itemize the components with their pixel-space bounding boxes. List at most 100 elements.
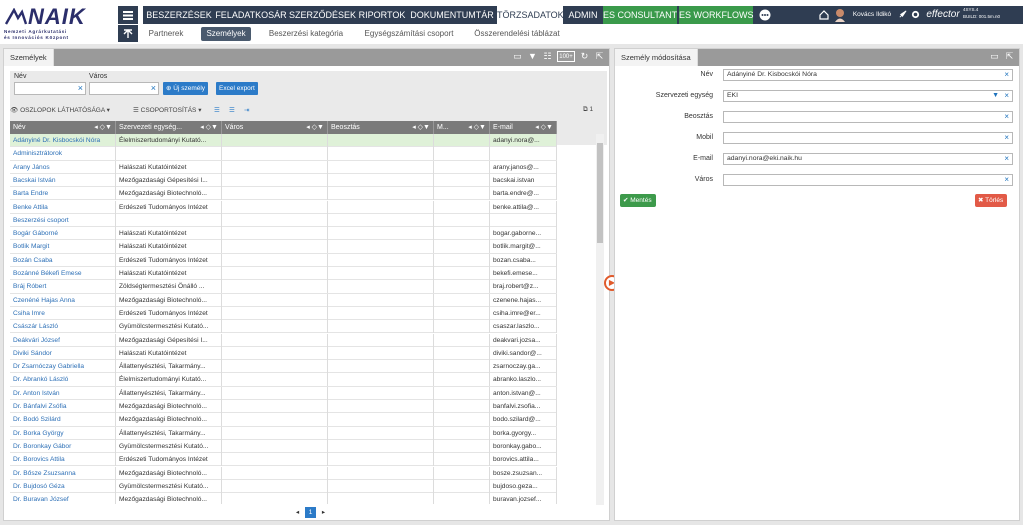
table-row[interactable]: Bacskai István Mezőgazdasági Gépesítési I…	[10, 173, 557, 188]
table-row[interactable]: Bráj Róbert Zöldségtermesztési Önálló ...…	[10, 280, 557, 294]
table-row[interactable]: Diviki Sándor Halászati Kutatóintézet divi…	[10, 346, 557, 361]
clear-icon[interactable]: ×	[78, 83, 83, 94]
sort-filter-icon[interactable]: ◂ ◇▼	[468, 121, 486, 134]
collapse-all-icon[interactable]: ☰	[229, 106, 235, 114]
table-row[interactable]: Dr. Bánfalvi Zsófia Mezőgazdasági Biotech…	[10, 400, 557, 414]
table-row[interactable]: Dr. Anton István Állattenyésztési, Takarm…	[10, 386, 557, 400]
mobile-field[interactable]: ×	[723, 132, 1013, 144]
table-row[interactable]: Arany János Halászati Kutatóintézet arany.…	[10, 160, 557, 174]
clear-icon[interactable]: ×	[1004, 112, 1009, 122]
home-icon[interactable]	[817, 6, 831, 24]
col-header-mobil[interactable]: M... ◂ ◇▼	[434, 121, 490, 134]
table-row[interactable]: Dr. Boronkay Gábor Gyümölcstermesztési Ku…	[10, 439, 557, 454]
user-name[interactable]: Kovács Ildikó	[849, 6, 895, 24]
tab-egysegszamitasi-csoport[interactable]: Egységszámítási csoport	[361, 27, 457, 41]
nav-es-workflows[interactable]: ES WORKFLOWS	[679, 6, 754, 24]
name-field[interactable]: Adányiné Dr. Kisbocskói Nóra ×	[723, 69, 1013, 81]
filter-icon[interactable]: ▼	[527, 51, 538, 62]
sort-filter-icon[interactable]: ◂ ◇▼	[94, 121, 112, 134]
grouping-button[interactable]: ☰ CSOPORTOSÍTÁS ▾	[133, 106, 201, 114]
more-icon[interactable]	[757, 6, 773, 24]
table-row[interactable]: Botlik Margit Halászati Kutatóintézet botl…	[10, 240, 557, 254]
table-row[interactable]: Császár László Gyümölcstermesztési Kutató…	[10, 320, 557, 334]
avatar[interactable]	[833, 6, 847, 24]
table-row[interactable]: Barta Endre Mezőgazdasági Biotechnoló... b…	[10, 187, 557, 201]
scrollbar-thumb[interactable]	[597, 143, 603, 243]
expand-icon[interactable]: ⇱	[1004, 51, 1015, 62]
clear-icon[interactable]: ×	[1004, 70, 1009, 80]
table-row[interactable]: Benke Attila Erdészeti Tudományos Intézet…	[10, 200, 557, 214]
chevron-down-icon[interactable]: ▼	[992, 91, 999, 101]
city-filter-input[interactable]: ×	[89, 82, 159, 95]
tab-partnerek[interactable]: Partnerek	[143, 27, 189, 41]
menu-icon[interactable]	[118, 6, 138, 24]
table-row[interactable]: Csiha Imre Erdészeti Tudományos Intézet cs…	[10, 306, 557, 321]
position-field[interactable]: ×	[723, 111, 1013, 123]
sort-filter-icon[interactable]: ◂ ◇▼	[412, 121, 430, 134]
col-header-szervezeti-egyseg[interactable]: Szervezeti egység... ◂ ◇▼	[116, 121, 222, 134]
nav-es-consultant[interactable]: ES CONSULTANT	[603, 6, 677, 24]
name-filter-input[interactable]: ×	[14, 82, 86, 95]
table-row[interactable]: Dr. Borovics Attila Erdészeti Tudományos …	[10, 453, 557, 467]
expand-all-icon[interactable]: ☰	[214, 106, 220, 114]
table-row[interactable]: Dr. Buravan József Mezőgazdasági Biotechn…	[10, 493, 557, 504]
nav-feladatkosar[interactable]: FELADATKOSÁR	[215, 6, 287, 24]
panel-tab-szemelyek[interactable]: Személyek	[4, 49, 54, 66]
pin-icon[interactable]	[118, 25, 138, 42]
print-icon[interactable]: ▭	[512, 51, 523, 62]
print-icon[interactable]: ▭	[989, 51, 1000, 62]
table-row[interactable]: Czenéné Hajas Anna Mezőgazdasági Biotechn…	[10, 293, 557, 307]
table-row[interactable]: Bozánné Békefi Emese Halászati Kutatóinté…	[10, 267, 557, 281]
page-size-icon[interactable]: 100+	[557, 51, 575, 62]
tab-beszerzesi-kategoria[interactable]: Beszerzési kategória	[263, 27, 349, 41]
city-field[interactable]: ×	[723, 174, 1013, 186]
col-header-nev[interactable]: Név ◂ ◇▼	[10, 121, 116, 134]
expand-icon[interactable]: ⇱	[594, 51, 605, 62]
columns-icon[interactable]: ☷	[542, 51, 553, 62]
tab-szemelyek[interactable]: Személyek	[201, 27, 251, 41]
col-header-varos[interactable]: Város ◂ ◇▼	[222, 121, 328, 134]
clear-icon[interactable]: ×	[151, 83, 156, 94]
naik-logo[interactable]: NAIK Nemzeti Agrárkutatási és Innovációs…	[2, 4, 116, 42]
email-field[interactable]: adanyi.nora@eki.naik.hu ×	[723, 153, 1013, 165]
save-button[interactable]: ✔ Mentés	[620, 194, 656, 207]
nav-riportok[interactable]: RIPORTOK	[357, 6, 407, 24]
clear-icon[interactable]: ×	[1004, 154, 1009, 164]
table-row[interactable]: Bozán Csaba Erdészeti Tudományos Intézet b…	[10, 253, 557, 267]
table-row[interactable]: Bogár Gáborné Halászati Kutatóintézet boga…	[10, 227, 557, 241]
table-row[interactable]: Adányiné Dr. Kisbocskói Nóra Élelmiszertu…	[10, 134, 557, 148]
col-header-email[interactable]: E-mail ◂ ◇▼	[490, 121, 557, 134]
gear-icon[interactable]	[909, 6, 921, 24]
table-row[interactable]: Adminisztrátorok	[10, 147, 557, 161]
table-row[interactable]: Deákvári József Mezőgazdasági Gépesítési …	[10, 333, 557, 347]
nav-szerzodesek[interactable]: SZERZŐDÉSEK	[289, 6, 356, 24]
rocket-icon[interactable]	[896, 6, 908, 24]
table-row[interactable]: Dr. Bodó Szilárd Mezőgazdasági Biotechnol…	[10, 413, 557, 427]
nav-torzsadatok[interactable]: TÖRZSADATOK	[497, 6, 564, 24]
columns-visibility-button[interactable]: 👁 OSZLOPOK LÁTHATÓSÁGA ▾	[10, 106, 110, 114]
table-row[interactable]: Dr Zsarnóczay Gabriella Állattenyésztési,…	[10, 360, 557, 374]
prev-page-icon[interactable]: ◂	[292, 507, 303, 518]
table-row[interactable]: Dr. Bősze Zsuzsanna Mezőgazdasági Biotech…	[10, 466, 557, 480]
next-page-icon[interactable]: ▸	[318, 507, 329, 518]
clear-icon[interactable]: ×	[1004, 175, 1009, 185]
clear-icon[interactable]: ×	[1004, 91, 1009, 101]
nav-beszerzesek[interactable]: BESZERZÉSEK	[145, 6, 213, 24]
col-header-beosztas[interactable]: Beosztás ◂ ◇▼	[328, 121, 434, 134]
sort-filter-icon[interactable]: ◂ ◇▼	[306, 121, 324, 134]
nav-admin[interactable]: ADMIN	[565, 6, 601, 24]
export-rows-icon[interactable]: ⇥	[244, 106, 249, 114]
sort-filter-icon[interactable]: ◂ ◇▼	[200, 121, 218, 134]
nav-dokumentumtar[interactable]: DOKUMENTUMTÁR	[409, 6, 495, 24]
table-row[interactable]: Dr. Bujdosó Géza Gyümölcstermesztési Kuta…	[10, 479, 557, 494]
delete-button[interactable]: ✖ Törlés	[975, 194, 1008, 207]
refresh-icon[interactable]: ↻	[579, 51, 590, 62]
table-row[interactable]: Beszerzési csoport	[10, 213, 557, 228]
clear-icon[interactable]: ×	[1004, 133, 1009, 143]
table-row[interactable]: Dr. Abrankó László Élelmiszertudományi Ku…	[10, 373, 557, 387]
org-select[interactable]: EKI ▼ ×	[723, 90, 1013, 102]
page-number[interactable]: 1	[305, 506, 316, 518]
new-person-button[interactable]: ⊕ Új személy	[163, 82, 209, 95]
excel-export-button[interactable]: Excel export	[216, 82, 258, 95]
tab-osszerendelesi-tablazat[interactable]: Összerendelési táblázat	[469, 27, 565, 41]
